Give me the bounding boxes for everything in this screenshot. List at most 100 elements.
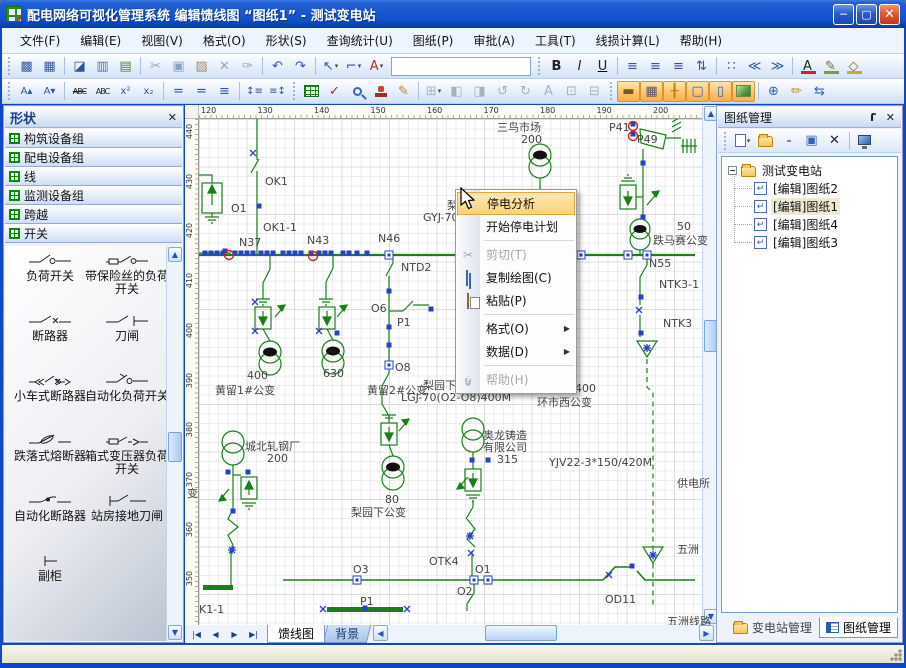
connection-points-toggle-button[interactable]: ▢: [686, 81, 709, 102]
new-sheet-button[interactable]: ▾: [731, 130, 754, 151]
find-device-button[interactable]: [346, 81, 369, 102]
map-view-button[interactable]: [300, 81, 323, 102]
shrink-font-button[interactable]: A▾: [38, 81, 61, 102]
bold-button[interactable]: B: [545, 56, 568, 77]
pin-icon[interactable]: ꓩ: [870, 111, 876, 124]
toolbar-grip[interactable]: [609, 81, 614, 101]
page-tab-2[interactable]: 背景: [323, 625, 371, 643]
stencil-item-trolley-breaker[interactable]: 小车式断路器: [8, 372, 92, 403]
delete-sheet-button[interactable]: ✕: [823, 130, 846, 151]
flip-vertical-button[interactable]: ◨: [468, 81, 491, 102]
menu-item-3[interactable]: 视图(V): [131, 29, 193, 52]
panel-tab-1[interactable]: 变电站管理: [727, 617, 818, 638]
shape-group-5[interactable]: 跨越: [5, 205, 182, 224]
cut-button[interactable]: ✂: [144, 56, 167, 77]
bring-to-front-button[interactable]: ⊡: [560, 81, 583, 102]
menu-item-5[interactable]: 形状(S): [256, 29, 317, 52]
stencil-item-drop-fuse[interactable]: 跌落式熔断器: [8, 432, 92, 463]
tree-node-sheet[interactable]: ↵[编辑]图纸2: [722, 179, 897, 197]
shape-properties-button[interactable]: ✏: [785, 81, 808, 102]
line-spacing-one-half-button[interactable]: =: [190, 81, 213, 102]
connector-style-button[interactable]: ⇆: [808, 81, 831, 102]
context-menu-item[interactable]: 数据(D)▶: [456, 340, 576, 363]
print-button[interactable]: ▤: [114, 56, 137, 77]
increase-paragraph-spacing-button[interactable]: ↕≡: [243, 81, 266, 102]
text-tool-button[interactable]: A▾: [365, 56, 388, 77]
context-menu-item[interactable]: 格式(O)▶: [456, 317, 576, 340]
stencil-scroll-down-icon[interactable]: ▼: [168, 625, 182, 640]
canvas-vscroll-thumb[interactable]: [704, 320, 716, 352]
layout-tree-button[interactable]: ⊞▾: [422, 81, 445, 102]
toolbar-grip[interactable]: [292, 81, 297, 101]
page-breaks-toggle-button[interactable]: ▯: [709, 81, 732, 102]
tree-node-sheet[interactable]: ↵[编辑]图纸4: [722, 215, 897, 233]
no-strikethrough-button[interactable]: ABC: [91, 81, 114, 102]
shape-group-4[interactable]: 监测设备组: [5, 186, 182, 205]
stencil-item-knife-switch[interactable]: 刀闸: [85, 312, 169, 343]
shape-group-3[interactable]: 线: [5, 167, 182, 186]
first-page-button[interactable]: |◀: [187, 626, 206, 642]
menu-item-9[interactable]: 工具(T): [525, 29, 586, 52]
fill-color-button[interactable]: ◇: [842, 56, 865, 77]
menu-item-11[interactable]: 帮助(H): [670, 29, 732, 52]
toolbar-grip[interactable]: [723, 131, 728, 151]
hscroll-left-icon[interactable]: ◀: [373, 625, 388, 641]
print-preview-button[interactable]: ▥: [91, 56, 114, 77]
stencil-item-load-switch[interactable]: 负荷开关: [8, 252, 92, 283]
context-menu-item[interactable]: 复制绘图(C): [456, 266, 576, 289]
align-right-button[interactable]: ≡: [667, 56, 690, 77]
hscroll-thumb[interactable]: [485, 625, 557, 641]
line-spacing-single-button[interactable]: =: [167, 81, 190, 102]
align-center-button[interactable]: ≡: [644, 56, 667, 77]
subscript-button[interactable]: x₂: [137, 81, 160, 102]
shape-group-6[interactable]: 开关: [5, 224, 182, 243]
toolbar-grip[interactable]: [7, 81, 12, 101]
stencil-item-breaker[interactable]: 断路器: [8, 312, 92, 343]
annotate-button[interactable]: ✎: [392, 81, 415, 102]
italic-button[interactable]: I: [568, 56, 591, 77]
close-button[interactable]: ✕: [879, 4, 900, 25]
font-color-button[interactable]: A: [796, 56, 819, 77]
stencil-item-station-ground-switch[interactable]: 站房接地刀闸: [85, 492, 169, 523]
tree-expander-icon[interactable]: [728, 166, 737, 175]
rename-sheet-button[interactable]: [777, 130, 800, 151]
grid-toggle-button[interactable]: ▦: [640, 81, 663, 102]
superscript-button[interactable]: x²: [114, 81, 137, 102]
prev-page-button[interactable]: ◀: [206, 626, 225, 642]
stencil-item-box-transformer-switch[interactable]: 箱式变压器负荷开关: [85, 432, 169, 476]
maximize-button[interactable]: ▢: [856, 4, 877, 25]
menu-item-7[interactable]: 图纸(P): [403, 29, 464, 52]
tree-node-sheet[interactable]: ↵[编辑]图纸3: [722, 233, 897, 251]
copy-sheet-button[interactable]: ▣: [800, 130, 823, 151]
zoom-button[interactable]: ⊕: [762, 81, 785, 102]
context-menu-item[interactable]: 粘贴(P): [456, 289, 576, 312]
toolbar-grip[interactable]: [537, 56, 542, 76]
strikethrough-button[interactable]: ABC: [68, 81, 91, 102]
stencil-scrollbar[interactable]: ▲ ▼: [166, 246, 182, 641]
new-diagram-button[interactable]: ▩: [15, 56, 38, 77]
next-page-button[interactable]: ▶: [225, 626, 244, 642]
flip-horizontal-button[interactable]: ◧: [445, 81, 468, 102]
undo-button[interactable]: ↶: [266, 56, 289, 77]
line-spacing-double-button[interactable]: ≡: [213, 81, 236, 102]
stencil-item-auto-load-switch[interactable]: 自动化负荷开关: [85, 372, 169, 403]
redo-button[interactable]: ↷: [289, 56, 312, 77]
hscroll-right-icon[interactable]: ▶: [699, 625, 714, 641]
stencil-scroll-up-icon[interactable]: ▲: [168, 247, 182, 262]
underline-button[interactable]: U: [591, 56, 614, 77]
last-page-button[interactable]: ▶|: [244, 626, 263, 642]
pan-zoom-window-toggle-button[interactable]: [732, 81, 755, 102]
canvas-scroll-up-icon[interactable]: ▲: [704, 106, 716, 121]
rotate-text-button[interactable]: A: [537, 81, 560, 102]
open-sheet-button[interactable]: [754, 130, 777, 151]
send-to-back-button[interactable]: ⊟: [583, 81, 606, 102]
station-view-button[interactable]: [853, 130, 876, 151]
resize-grip[interactable]: [890, 649, 902, 661]
grow-font-button[interactable]: A▴: [15, 81, 38, 102]
connector-tool-button[interactable]: ⌐▾: [342, 56, 365, 77]
decrease-paragraph-spacing-button[interactable]: ≡↕: [266, 81, 289, 102]
indent-button[interactable]: ≫: [766, 56, 789, 77]
format-painter-button[interactable]: ✑: [236, 56, 259, 77]
audit-check-button[interactable]: ✓: [323, 81, 346, 102]
canvas-vertical-scrollbar[interactable]: ▲ ▼: [702, 105, 716, 625]
